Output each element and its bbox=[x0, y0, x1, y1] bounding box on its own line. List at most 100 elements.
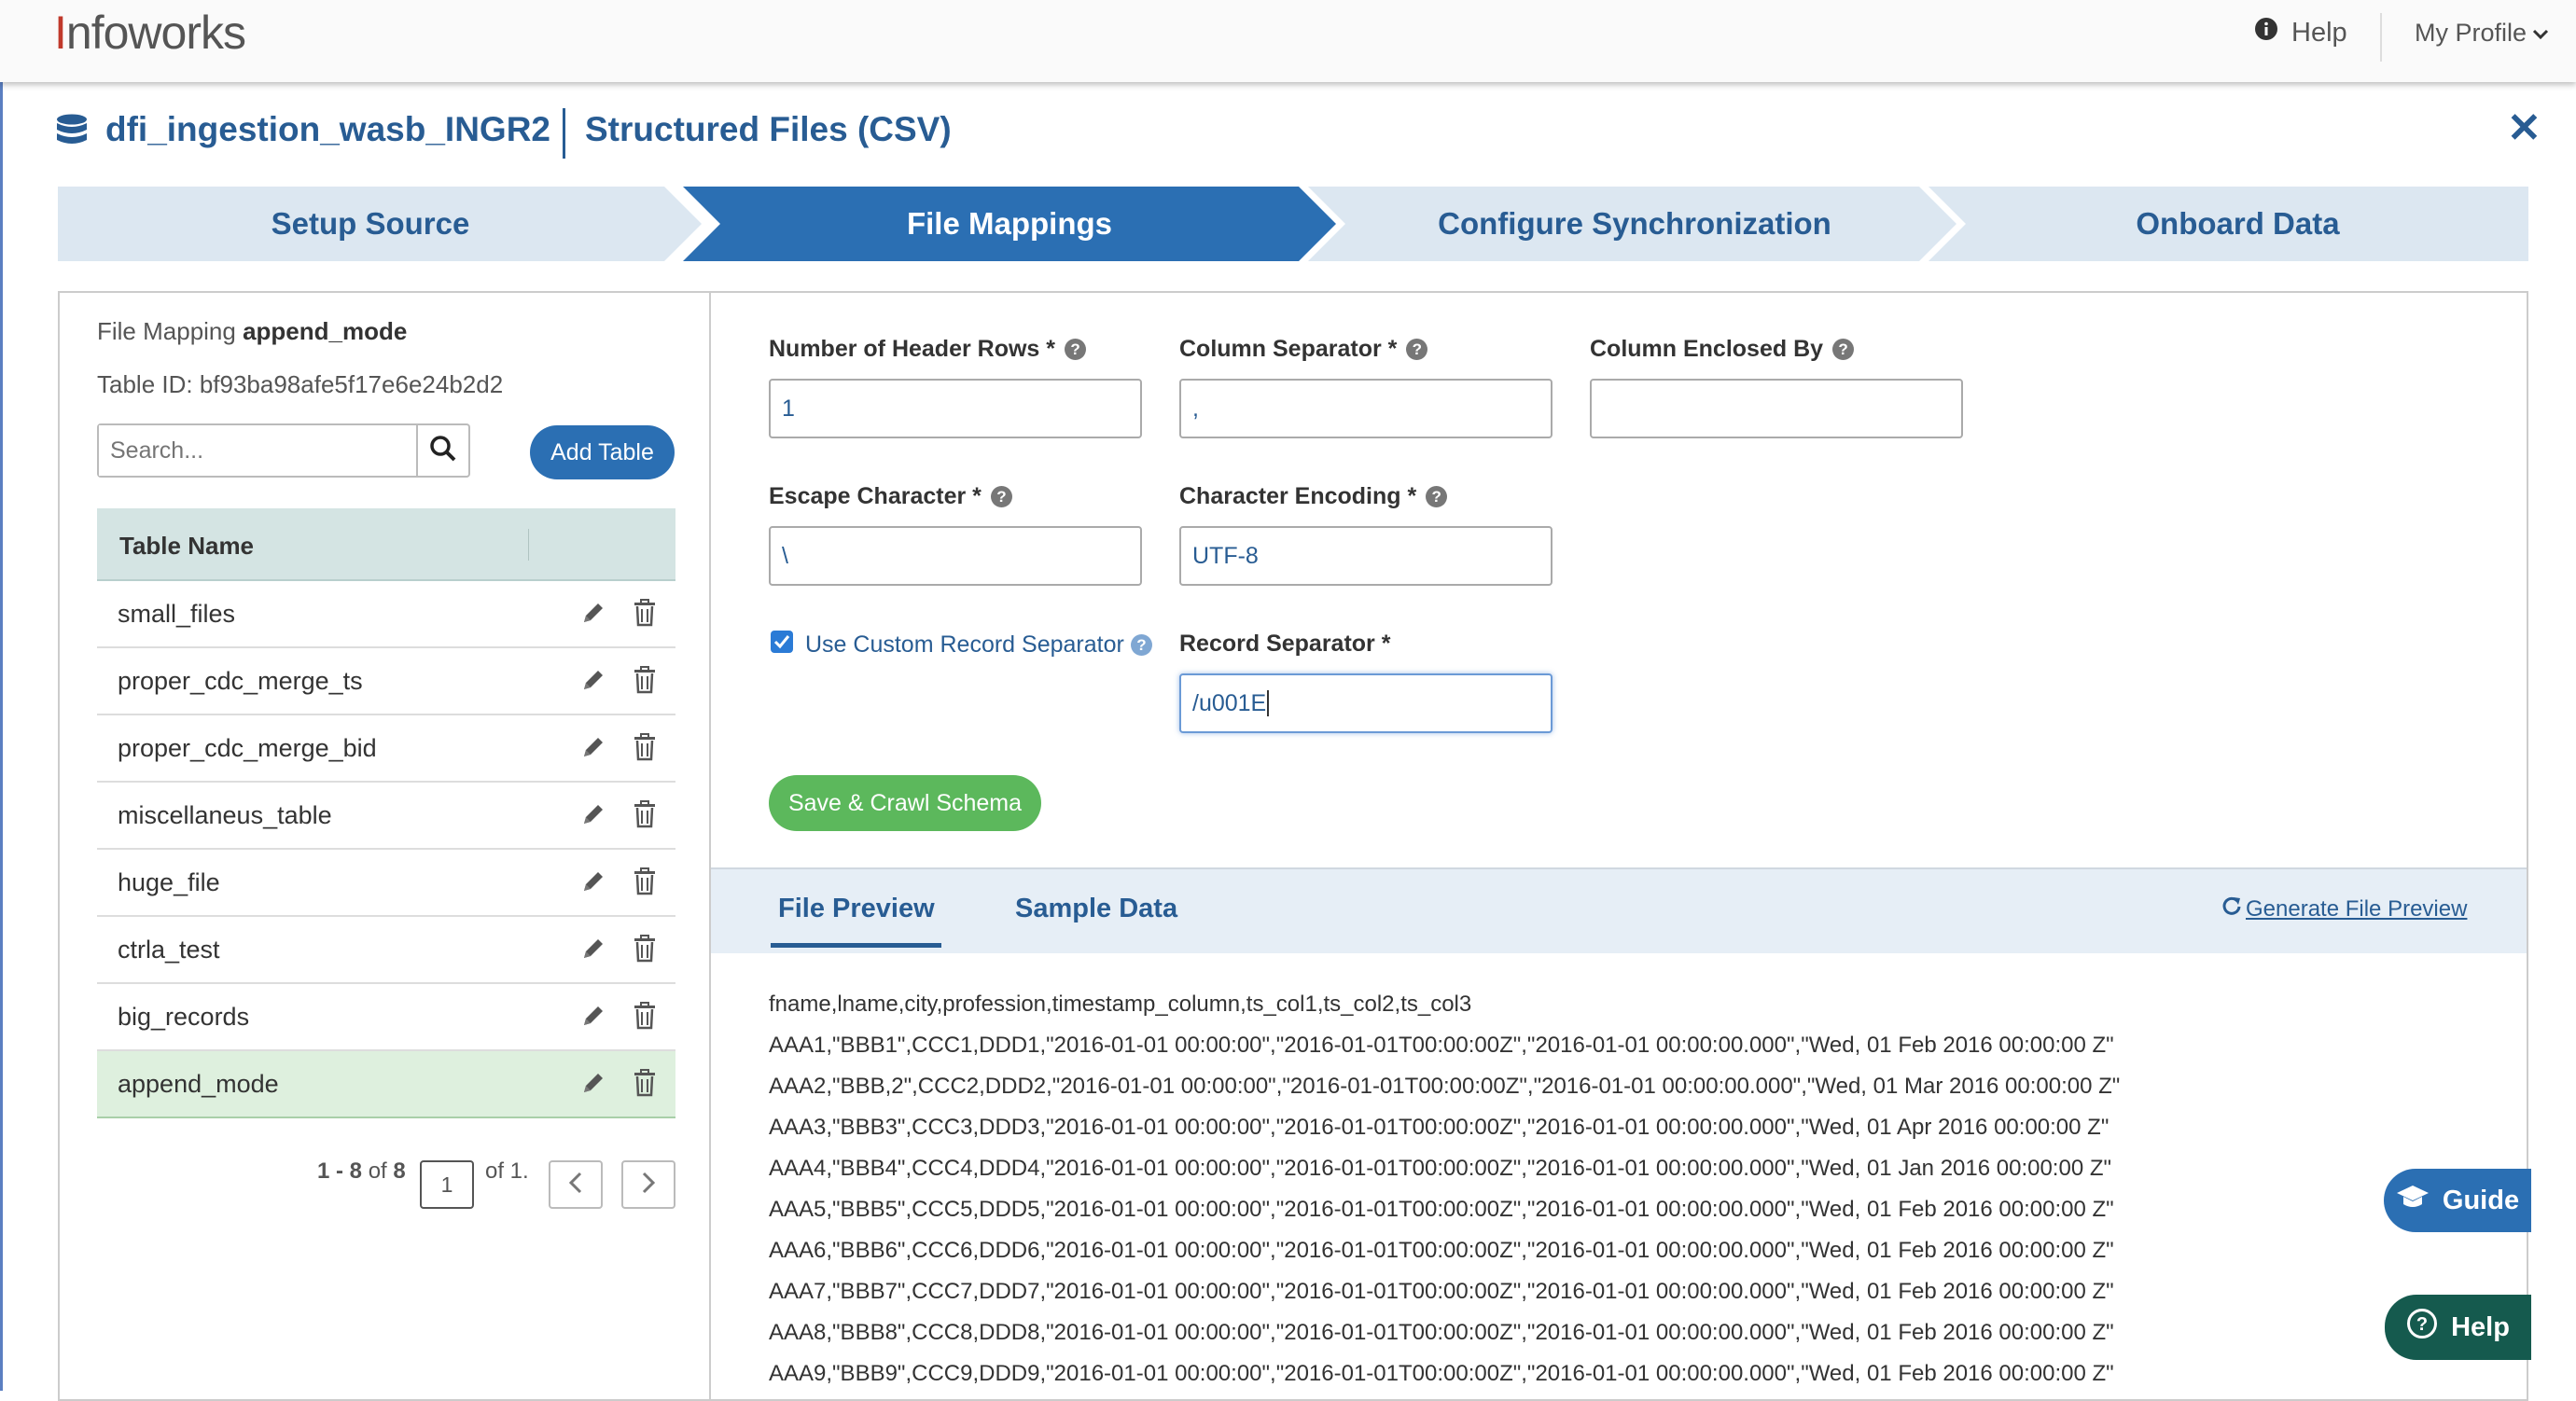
table-row[interactable]: proper_cdc_merge_ts bbox=[97, 648, 675, 715]
file-preview-content: fname,lname,city,profession,timestamp_co… bbox=[769, 989, 2120, 1399]
pager-summary: 1 - 8 of 8 bbox=[317, 1158, 406, 1184]
info-icon bbox=[2254, 17, 2278, 49]
table-row[interactable]: ctrla_test bbox=[97, 917, 675, 984]
trash-icon[interactable] bbox=[633, 733, 657, 766]
active-tab-indicator bbox=[771, 943, 941, 948]
help-question-icon[interactable]: ? bbox=[1832, 339, 1855, 360]
pencil-icon[interactable] bbox=[580, 936, 606, 966]
prev-page-button[interactable] bbox=[549, 1160, 603, 1209]
app-logo[interactable]: Infoworks bbox=[54, 6, 246, 60]
custom-record-separator-label[interactable]: Use Custom Record Separator bbox=[805, 631, 1124, 659]
close-icon[interactable]: ✕ bbox=[2507, 104, 2541, 152]
table-name: small_files bbox=[118, 600, 236, 628]
table-name: ctrla_test bbox=[118, 936, 220, 964]
column-header-table-name[interactable]: Table Name bbox=[119, 532, 254, 561]
table-name: huge_file bbox=[118, 868, 220, 896]
table-name: append_mode bbox=[118, 1070, 279, 1098]
help-question-icon[interactable]: ? bbox=[1426, 486, 1448, 507]
refresh-icon bbox=[2221, 895, 2242, 922]
wizard-steps: Setup Source File Mappings Configure Syn… bbox=[58, 187, 2528, 261]
column-enclosed-input[interactable] bbox=[1590, 379, 1963, 438]
step-configure-synchronization[interactable]: Configure Synchronization bbox=[1327, 187, 1942, 261]
help-float-button[interactable]: ? Help bbox=[2385, 1295, 2531, 1360]
guide-button[interactable]: Guide bbox=[2384, 1169, 2531, 1232]
record-separator-input[interactable]: /u001E bbox=[1179, 673, 1553, 733]
header-rows-input[interactable]: 1 bbox=[769, 379, 1142, 438]
table-name: miscellaneus_table bbox=[118, 801, 332, 829]
tab-file-preview[interactable]: File Preview bbox=[778, 894, 935, 924]
search-button[interactable] bbox=[416, 425, 468, 476]
svg-text:?: ? bbox=[2416, 1314, 2428, 1335]
preview-line: AAA4,"BBB4",CCC4,DDD4,"2016-01-01 00:00:… bbox=[769, 1156, 2112, 1181]
table-name: big_records bbox=[118, 1003, 250, 1031]
table-header: Table Name bbox=[97, 508, 675, 581]
column-enclosed-label: Column Enclosed By? bbox=[1590, 336, 1855, 363]
preview-line: AAA9,"BBB9",CCC9,DDD9,"2016-01-01 00:00:… bbox=[769, 1361, 2114, 1386]
preview-line: AAA8,"BBB8",CCC8,DDD8,"2016-01-01 00:00:… bbox=[769, 1320, 2114, 1345]
text-cursor bbox=[1267, 690, 1270, 716]
help-question-icon[interactable]: ? bbox=[1065, 339, 1087, 360]
connection-name: dfi_ingestion_wasb_INGR2 bbox=[105, 110, 550, 148]
preview-line: AAA6,"BBB6",CCC6,DDD6,"2016-01-01 00:00:… bbox=[769, 1238, 2114, 1263]
top-divider bbox=[2380, 13, 2382, 62]
table-id: Table ID: bf93ba98afe5f17e6e24b2d2 bbox=[97, 370, 504, 398]
trash-icon[interactable] bbox=[633, 867, 657, 900]
character-encoding-input[interactable]: UTF-8 bbox=[1179, 526, 1553, 586]
help-question-icon[interactable]: ? bbox=[1406, 339, 1428, 360]
chevron-left-icon bbox=[567, 1171, 584, 1200]
chevron-down-icon bbox=[2532, 19, 2549, 48]
trash-icon[interactable] bbox=[633, 666, 657, 699]
preview-line: AAA3,"BBB3",CCC3,DDD3,"2016-01-01 00:00:… bbox=[769, 1115, 2110, 1140]
graduation-cap-icon bbox=[2396, 1184, 2430, 1217]
table-row[interactable]: proper_cdc_merge_bid bbox=[97, 715, 675, 783]
table-name: proper_cdc_merge_ts bbox=[118, 667, 363, 695]
save-crawl-schema-button[interactable]: Save & Crawl Schema bbox=[769, 775, 1041, 831]
preview-line: AAA5,"BBB5",CCC5,DDD5,"2016-01-01 00:00:… bbox=[769, 1197, 2114, 1222]
my-profile-menu[interactable]: My Profile bbox=[2415, 19, 2549, 48]
table-row[interactable]: miscellaneus_table bbox=[97, 783, 675, 850]
question-circle-icon: ? bbox=[2406, 1308, 2438, 1347]
trash-icon[interactable] bbox=[633, 1069, 657, 1102]
table-row[interactable]: huge_file bbox=[97, 850, 675, 917]
file-mapping-title: File Mapping append_mode bbox=[97, 317, 408, 345]
step-onboard-data[interactable]: Onboard Data bbox=[1947, 187, 2528, 261]
file-mapping-name: append_mode bbox=[243, 317, 408, 345]
top-help-link[interactable]: Help bbox=[2254, 17, 2347, 49]
pencil-icon[interactable] bbox=[580, 667, 606, 698]
trash-icon[interactable] bbox=[633, 599, 657, 631]
escape-character-input[interactable]: \ bbox=[769, 526, 1142, 586]
pencil-icon[interactable] bbox=[580, 1003, 606, 1033]
trash-icon[interactable] bbox=[633, 935, 657, 967]
step-file-mappings[interactable]: File Mappings bbox=[702, 187, 1317, 261]
table-row[interactable]: big_records bbox=[97, 984, 675, 1051]
table-name: proper_cdc_merge_bid bbox=[118, 734, 377, 762]
pencil-icon[interactable] bbox=[580, 600, 606, 631]
left-edge-accent bbox=[0, 82, 3, 1391]
help-question-icon[interactable]: ? bbox=[990, 486, 1012, 507]
trash-icon[interactable] bbox=[633, 800, 657, 833]
my-profile-label: My Profile bbox=[2415, 19, 2527, 47]
column-separator-input[interactable]: , bbox=[1179, 379, 1553, 438]
trash-icon[interactable] bbox=[633, 1002, 657, 1034]
add-table-button[interactable]: Add Table bbox=[530, 425, 675, 479]
pencil-icon[interactable] bbox=[580, 734, 606, 765]
table-search bbox=[97, 423, 470, 478]
pencil-icon[interactable] bbox=[580, 1070, 606, 1101]
pencil-icon[interactable] bbox=[580, 801, 606, 832]
table-row[interactable]: small_files bbox=[97, 581, 675, 648]
pencil-icon[interactable] bbox=[580, 868, 606, 899]
page-number-input[interactable]: 1 bbox=[420, 1160, 474, 1209]
preview-line: AAA1,"BBB1",CCC1,DDD1,"2016-01-01 00:00:… bbox=[769, 1033, 2114, 1058]
search-input[interactable] bbox=[99, 425, 416, 476]
next-page-button[interactable] bbox=[621, 1160, 675, 1209]
header-divider bbox=[563, 108, 565, 159]
database-icon bbox=[56, 114, 88, 156]
table-row[interactable]: append_mode bbox=[97, 1051, 675, 1118]
source-type: Structured Files (CSV) bbox=[585, 110, 952, 148]
step-setup-source[interactable]: Setup Source bbox=[58, 187, 683, 261]
tab-sample-data[interactable]: Sample Data bbox=[1015, 894, 1177, 924]
generate-file-preview-link[interactable]: Generate File Preview bbox=[2221, 895, 2467, 922]
character-encoding-label: Character Encoding *? bbox=[1179, 483, 1448, 510]
help-question-icon[interactable]: ? bbox=[1131, 634, 1152, 656]
custom-record-separator-checkbox[interactable] bbox=[771, 631, 793, 653]
